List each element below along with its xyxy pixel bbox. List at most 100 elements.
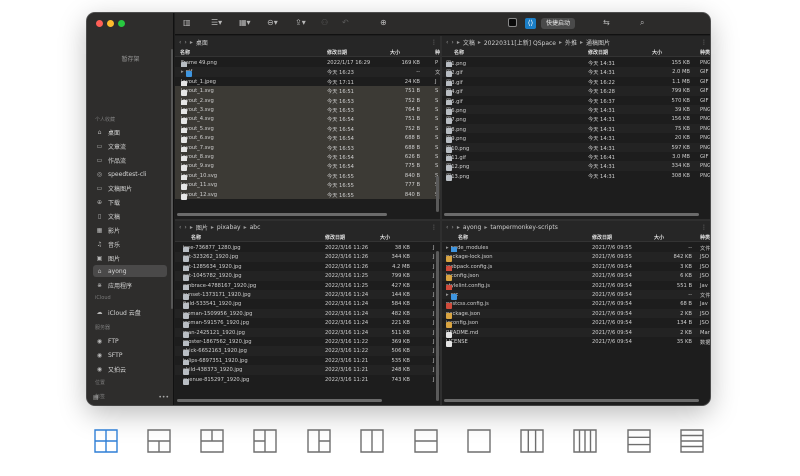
horizontal-scrollbar[interactable] [177,399,382,402]
file-row[interactable]: layout_1.jpeg 今天 17:11 24 KB J [175,77,440,87]
disclosure-icon[interactable]: ▸ [181,69,184,75]
file-row[interactable]: layout_6.svg 今天 16:54 688 B S [175,133,440,144]
file-row[interactable]: Frame 49.png 2022/1/17 16:29 169 KB P [175,58,440,68]
file-row[interactable]: stylelint.config.js 2021/7/6 09:54 551 B Ja… [442,281,710,291]
file-row[interactable]: man-2425121_1920.jpg 2022/3/16 11:24 511 K… [175,327,440,338]
layout-right-three-icon[interactable] [306,428,332,454]
sidebar-item[interactable]: ⌂ 桌面 [93,126,167,138]
path-segment[interactable]: pixabay [217,224,241,231]
file-row[interactable]: sunset-1373171_1920.jpg 2022/3/16 11:24 14… [175,290,440,300]
layout-left-three-icon[interactable] [252,428,278,454]
path-segment[interactable]: 外推 [565,38,577,47]
sidebar-toggle-icon[interactable]: ▥ [183,17,191,29]
file-row[interactable]: 图4.gif 今天 16:28 799 KB GIF [442,86,710,97]
file-row[interactable]: cat-1285634_1920.jpg 2022/3/16 11:26 4.2 M… [175,262,440,272]
file-row[interactable]: jsconfig.json 2021/7/6 09:54 134 B JSO [442,318,710,329]
file-row[interactable]: postcss.config.js 2021/7/6 09:54 68 B Jav [442,299,710,310]
path-segment[interactable]: 图片 [196,223,208,232]
file-row[interactable]: 图5.gif 今天 16:37 570 KB GIF [442,96,710,106]
sidebar-item[interactable]: ☁ iCloud 云盘 [93,306,167,318]
sidebar-item[interactable]: ◉ FTP [93,335,167,347]
disclosure-icon[interactable]: ▸ [446,245,449,251]
action-icon[interactable]: ⊖▾ [267,17,278,29]
file-row[interactable]: 图12.png 今天 14:31 334 KB PNG [442,161,710,172]
file-row[interactable]: cat-323262_1920.jpg 2022/3/16 11:26 344 KB… [175,252,440,263]
column-size-header[interactable]: 大小 [380,234,390,241]
terminal-icon[interactable] [508,18,517,27]
column-extra-header[interactable]: 种类 [700,234,710,241]
pane-menu-icon[interactable]: ⋮ [431,224,437,231]
close-button[interactable] [96,20,103,27]
vscode-icon[interactable]: ⟨⟩ [525,18,536,29]
back-arrow-icon[interactable]: ‹ [446,224,448,231]
file-row[interactable]: 图13.png 今天 14:31 308 KB PNG [442,171,710,181]
back-arrow-icon[interactable]: ‹ [179,39,181,46]
file-row[interactable]: chick-6652163_1920.jpg 2022/3/16 11:22 506… [175,346,440,357]
back-arrow-icon[interactable]: ‹ [446,39,448,46]
sidebar-item[interactable]: ◉ SFTP [93,349,167,361]
sidebar-item[interactable]: ⊕ 下载 [93,196,167,208]
vertical-scrollbar[interactable] [436,251,439,401]
file-row[interactable]: layout_4.svg 今天 16:54 751 B S [175,114,440,125]
toggle-icon[interactable]: ▤ [93,394,99,401]
file-row[interactable]: ▸ node_modules 2021/7/6 09:55 -- 文件 [442,243,710,253]
back-arrow-icon[interactable]: ‹ [179,224,181,231]
file-row[interactable]: tsconfig.json 2021/7/6 09:54 6 KB JSO [442,271,710,282]
file-row[interactable]: package.json 2021/7/6 09:54 2 KB JSO [442,308,710,319]
file-row[interactable]: embrace-4788167_1920.jpg 2022/3/16 11:25 4… [175,281,440,291]
share-icon[interactable]: ⇪▾ [295,17,306,29]
file-row[interactable]: layout_11.svg今天 16:55777 BS [175,180,440,191]
column-date-header[interactable]: 修改日期 [592,234,612,241]
forward-arrow-icon[interactable]: › [184,224,186,231]
layout-top-split-icon[interactable] [146,428,172,454]
network-icon[interactable]: ⊕ [380,17,387,29]
file-row[interactable]: child-438373_1920.jpg 2022/3/16 11:21 248 … [175,365,440,376]
quick-start-button[interactable]: 快捷启动 [541,18,576,29]
file-row[interactable]: avenue-815297_1920.jpg 2022/3/16 11:21 743… [175,375,440,385]
file-row[interactable]: tree-736877_1280.jpg 2022/3/16 11:26 38 KB… [175,243,440,253]
column-extra-header[interactable]: 种类 [700,49,710,56]
path-segment[interactable]: abc [250,224,261,231]
file-row[interactable]: 图2.gif 今天 14:31 2.0 MB GIF [442,67,710,78]
file-row[interactable]: layout_12.svg今天 16:55840 BS [175,189,440,200]
horizontal-scrollbar[interactable] [177,213,387,216]
vertical-scrollbar[interactable] [436,176,439,212]
forward-arrow-icon[interactable]: › [451,39,453,46]
path-segment[interactable]: 20220311[上新] QSpace [484,38,556,47]
pane-menu-icon[interactable]: ⋮ [701,39,707,46]
file-row[interactable]: ▸gif今天 16:23--文 [175,67,440,78]
column-date-header[interactable]: 修改日期 [588,49,608,56]
file-row[interactable]: woman-591576_1920.jpg 2022/3/16 11:24 221 … [175,318,440,329]
column-name-header[interactable]: 名称 [191,234,201,241]
file-row[interactable]: tulips-6897351_1920.jpg 2022/3/16 11:21 53… [175,356,440,366]
file-row[interactable]: field-533541_1920.jpg 2022/3/16 11:24 584 … [175,299,440,310]
column-size-header[interactable]: 大小 [390,49,400,56]
sidebar-item[interactable]: ▣ 图片 [93,252,167,264]
sidebar-item[interactable]: ▭ 文章流 [93,140,167,152]
zoom-button[interactable] [118,20,125,27]
path-segment[interactable]: 文稿 [463,38,475,47]
file-row[interactable]: 图7.png 今天 14:31 156 KB PNG [442,114,710,125]
path-expand-icon[interactable]: ▸ [457,224,460,231]
sidebar-item[interactable]: ⌂ ayong [93,265,167,277]
file-row[interactable]: package-lock.json 2021/7/6 09:55 842 KB JSO [442,252,710,263]
file-row[interactable]: 图3.gif 今天 16:22 1.1 MB GIF [442,77,710,87]
file-row[interactable]: cat-1045782_1920.jpg 2022/3/16 11:25 799 K… [175,271,440,282]
column-date-header[interactable]: 修改日期 [325,234,345,241]
sidebar-item[interactable]: ▭ 文稿图片 [93,182,167,194]
forward-arrow-icon[interactable]: › [184,39,186,46]
path-expand-icon[interactable]: ▸ [457,39,460,46]
more-button[interactable]: ••• [158,394,169,401]
path-segment[interactable]: 桌面 [196,38,208,47]
path-segment[interactable]: ayong [463,224,482,231]
file-row[interactable]: LICENSE 2021/7/6 09:54 35 KB 数据 [442,337,710,347]
sidebar-item[interactable]: ◉ 又拍云 [93,363,167,375]
file-row[interactable]: 图1.png 今天 14:31 155 KB PNG [442,58,710,68]
layout-quad-icon[interactable] [93,428,119,454]
file-row[interactable]: layout_2.svg 今天 16:53 752 B S [175,95,440,106]
path-expand-icon[interactable]: ▸ [190,39,193,46]
forward-arrow-icon[interactable]: › [451,224,453,231]
file-row[interactable]: 图6.png 今天 14:31 39 KB PNG [442,105,710,115]
back-icon[interactable]: ↶ [342,17,349,29]
sidebar-item[interactable]: ▭ 作品流 [93,154,167,166]
